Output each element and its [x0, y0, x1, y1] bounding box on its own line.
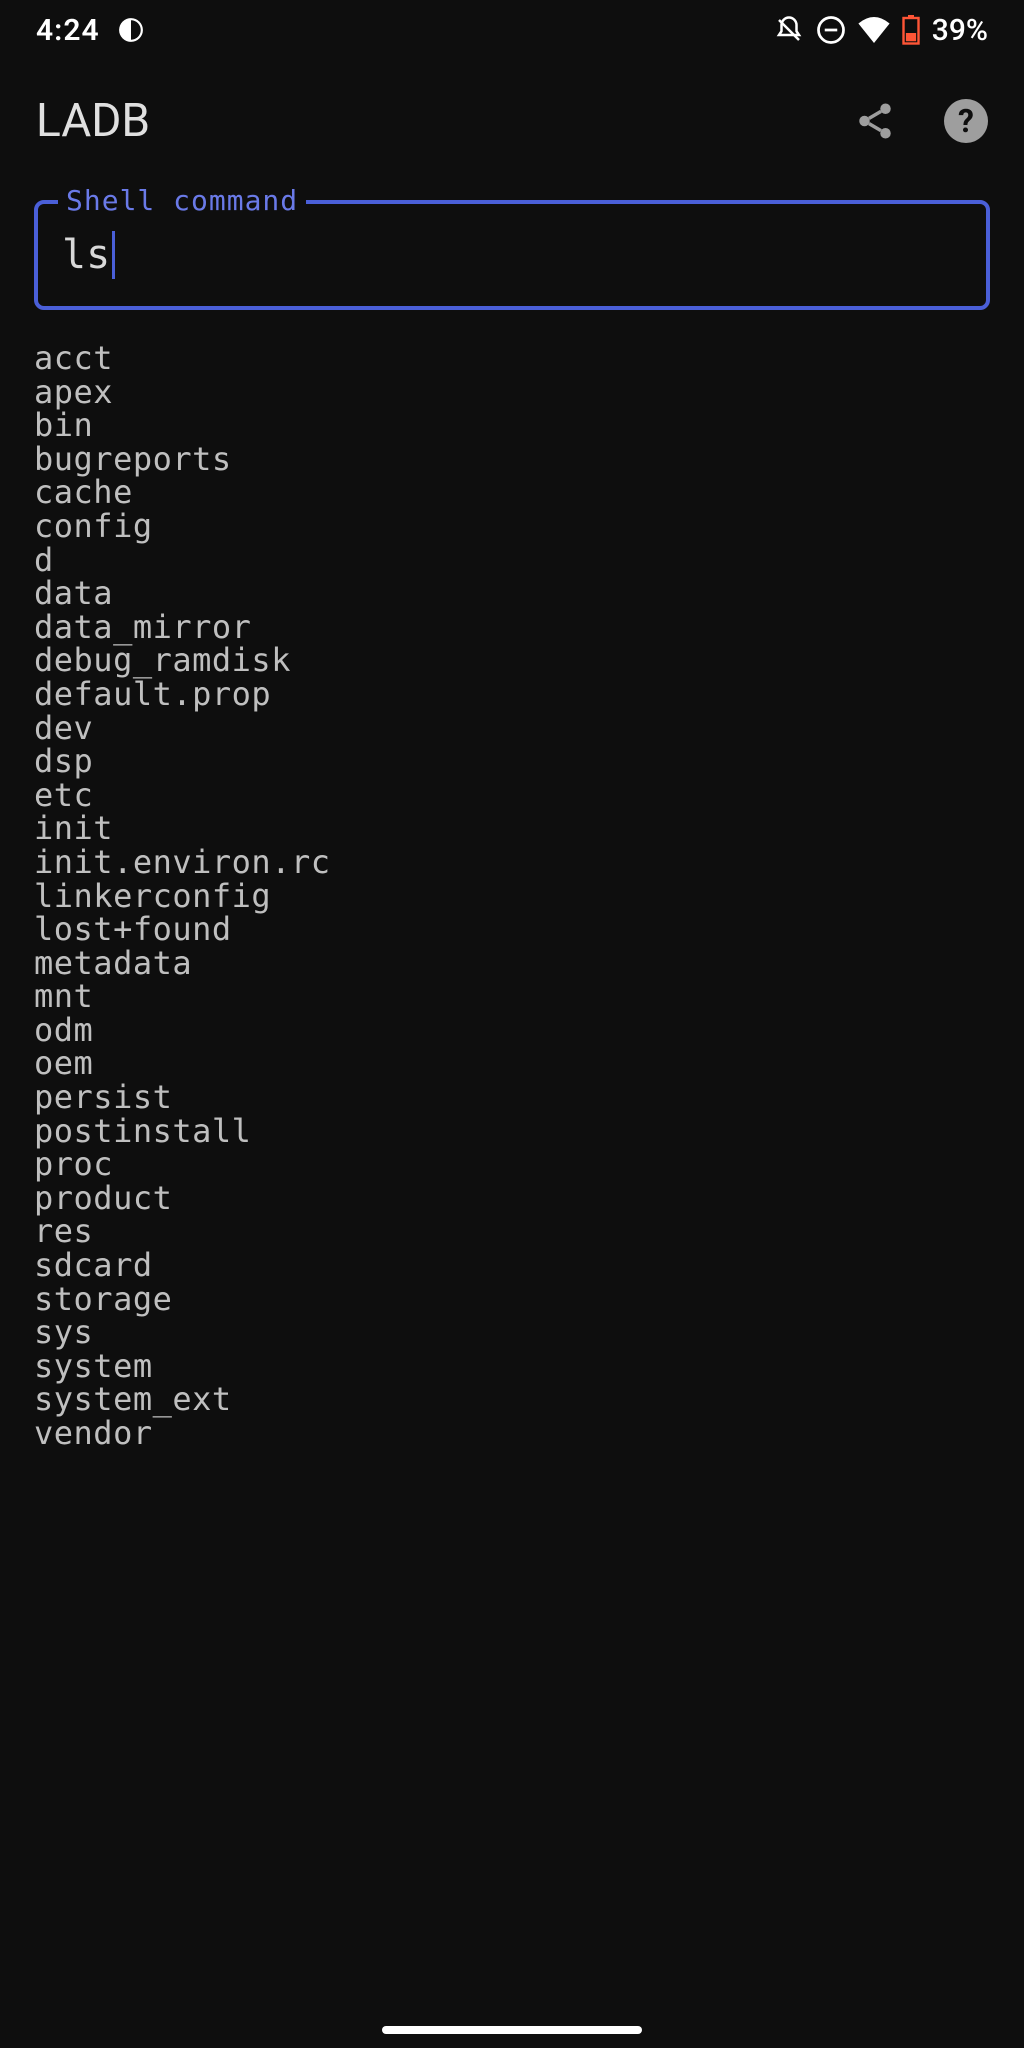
output-line: metadata — [34, 947, 990, 981]
output-line: persist — [34, 1081, 990, 1115]
output-line: lost+found — [34, 913, 990, 947]
app-notification-icon — [118, 17, 144, 43]
output-line: product — [34, 1182, 990, 1216]
output-line: postinstall — [34, 1115, 990, 1149]
output-line: bin — [34, 409, 990, 443]
notifications-off-icon — [774, 15, 804, 45]
output-line: etc — [34, 779, 990, 813]
shell-command-field[interactable]: Shell command ls — [34, 200, 990, 310]
status-right: 39% — [774, 13, 988, 48]
output-line: oem — [34, 1047, 990, 1081]
output-line: res — [34, 1215, 990, 1249]
output-line: bugreports — [34, 443, 990, 477]
output-line: vendor — [34, 1417, 990, 1451]
app-bar: LADB ? — [0, 60, 1024, 170]
output-line: odm — [34, 1014, 990, 1048]
output-line: config — [34, 510, 990, 544]
output-line: system — [34, 1350, 990, 1384]
output-line: storage — [34, 1283, 990, 1317]
shell-command-text: ls — [62, 232, 110, 278]
clock: 4:24 — [36, 13, 100, 48]
battery-icon — [902, 15, 920, 45]
output-line: d — [34, 544, 990, 578]
nav-home-pill[interactable] — [382, 2026, 642, 2034]
output-line: dsp — [34, 745, 990, 779]
status-left: 4:24 — [36, 13, 144, 48]
output-line: init.environ.rc — [34, 846, 990, 880]
output-line: system_ext — [34, 1383, 990, 1417]
output-line: apex — [34, 376, 990, 410]
wifi-icon — [858, 17, 890, 43]
output-line: linkerconfig — [34, 880, 990, 914]
output-line: proc — [34, 1148, 990, 1182]
help-icon[interactable]: ? — [944, 99, 988, 143]
output-line: data — [34, 577, 990, 611]
output-line: acct — [34, 342, 990, 376]
status-bar: 4:24 39% — [0, 0, 1024, 60]
output-line: cache — [34, 476, 990, 510]
output-line: default.prop — [34, 678, 990, 712]
app-actions: ? — [854, 99, 988, 143]
output-line: data_mirror — [34, 611, 990, 645]
output-line: dev — [34, 712, 990, 746]
output-line: sdcard — [34, 1249, 990, 1283]
shell-command-label: Shell command — [58, 184, 306, 217]
shell-command-value: ls — [62, 231, 115, 279]
output-line: init — [34, 812, 990, 846]
battery-percent: 39% — [932, 13, 988, 48]
shell-output: acctapexbinbugreportscacheconfigddatadat… — [0, 334, 1024, 1459]
output-line: sys — [34, 1316, 990, 1350]
text-cursor — [112, 231, 115, 279]
app-title: LADB — [36, 94, 150, 148]
help-label: ? — [958, 102, 974, 140]
dnd-icon — [816, 15, 846, 45]
share-icon[interactable] — [854, 100, 896, 142]
output-line: mnt — [34, 980, 990, 1014]
output-line: debug_ramdisk — [34, 644, 990, 678]
